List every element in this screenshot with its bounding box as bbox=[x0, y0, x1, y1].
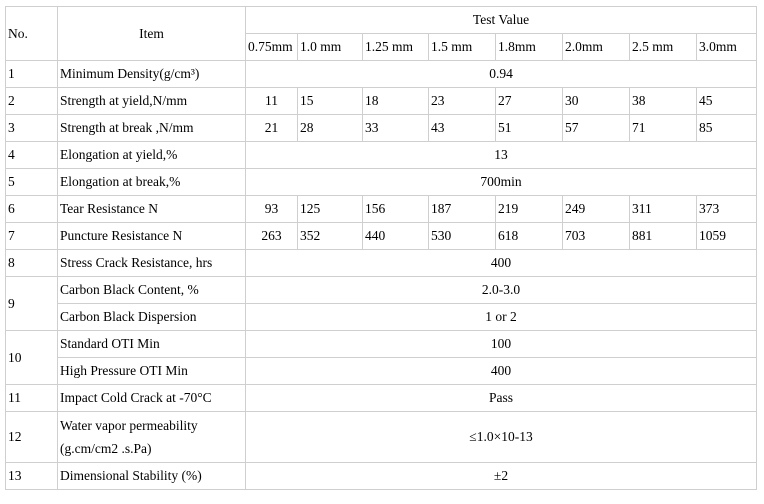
test-value-cell: 187 bbox=[428, 195, 496, 223]
test-value-cell: 125 bbox=[297, 195, 363, 223]
test-value-cell: 11 bbox=[245, 87, 298, 115]
item-name: Impact Cold Crack at -70°C bbox=[57, 384, 246, 412]
table-row: 7 Puncture Resistance N 263 352 440 530 618 703… bbox=[5, 222, 757, 250]
test-value-cell: 38 bbox=[629, 87, 697, 115]
test-value-cell: 373 bbox=[696, 195, 757, 223]
table-row: 11 Impact Cold Crack at -70°C Pass bbox=[5, 384, 757, 412]
test-value-cell: 57 bbox=[562, 114, 630, 142]
test-value-cell: 703 bbox=[562, 222, 630, 250]
test-value-cell: 440 bbox=[362, 222, 429, 250]
table-row: 2 Strength at yield,N/mm 11 15 18 23 27 30 38 45 bbox=[5, 87, 757, 115]
test-value-cell: 33 bbox=[362, 114, 429, 142]
table-row: 10 Standard OTI Min 100 bbox=[5, 330, 757, 385]
item-name: Stress Crack Resistance, hrs bbox=[57, 249, 246, 277]
item-name: Carbon Black Content, % bbox=[57, 276, 246, 304]
test-value-cell: 23 bbox=[428, 87, 496, 115]
test-value-cell: 43 bbox=[428, 114, 496, 142]
item-name: Elongation at yield,% bbox=[57, 141, 246, 169]
row-number: 3 bbox=[5, 114, 58, 142]
specification-table: No. Item Test Value 0.75mm 1.0 mm 1.25 mm 1… bbox=[5, 6, 757, 490]
test-value-cell: 2.0-3.0 bbox=[245, 276, 757, 304]
table-row: 13 Dimensional Stability (%) ±2 bbox=[5, 462, 757, 490]
test-value-cell: 0.94 bbox=[245, 60, 757, 88]
header-test-value: Test Value bbox=[245, 6, 757, 34]
row-number: 4 bbox=[5, 141, 58, 169]
test-value-cell: 21 bbox=[245, 114, 298, 142]
item-name: Elongation at break,% bbox=[57, 168, 246, 196]
header-item: Item bbox=[57, 6, 246, 61]
item-name: Carbon Black Dispersion bbox=[57, 303, 246, 331]
item-name: Minimum Density(g/cm³) bbox=[57, 60, 246, 88]
test-value-cell: 93 bbox=[245, 195, 298, 223]
test-value-cell: 51 bbox=[495, 114, 563, 142]
item-name: Strength at break ,N/mm bbox=[57, 114, 246, 142]
test-value-cell: 400 bbox=[245, 357, 757, 385]
test-value-cell: 219 bbox=[495, 195, 563, 223]
item-name: Dimensional Stability (%) bbox=[57, 462, 246, 490]
table-row: 4 Elongation at yield,% 13 bbox=[5, 141, 757, 169]
test-value-cell: 71 bbox=[629, 114, 697, 142]
header-thickness: 1.25 mm bbox=[362, 33, 429, 61]
test-value-cell: 263 bbox=[245, 222, 298, 250]
test-value-cell: 700min bbox=[245, 168, 757, 196]
test-value-cell: 30 bbox=[562, 87, 630, 115]
test-value-cell: 400 bbox=[245, 249, 757, 277]
row-number: 10 bbox=[5, 330, 58, 385]
test-value-cell: 28 bbox=[297, 114, 363, 142]
row-number: 11 bbox=[5, 384, 58, 412]
test-value-cell: 1 or 2 bbox=[245, 303, 757, 331]
test-value-cell: 27 bbox=[495, 87, 563, 115]
header-thickness: 2.0mm bbox=[562, 33, 630, 61]
test-value-cell: ≤1.0×10-13 bbox=[245, 411, 757, 463]
table-row: 5 Elongation at break,% 700min bbox=[5, 168, 757, 196]
item-name: Water vapor permeability (g.cm/cm2 .s.Pa… bbox=[57, 411, 246, 463]
row-number: 5 bbox=[5, 168, 58, 196]
header-thickness: 2.5 mm bbox=[629, 33, 697, 61]
header-row: No. Item Test Value bbox=[5, 6, 757, 61]
test-value-cell: Pass bbox=[245, 384, 757, 412]
test-value-cell: 15 bbox=[297, 87, 363, 115]
row-number: 13 bbox=[5, 462, 58, 490]
table-row: High Pressure OTI Min 400 bbox=[6, 357, 757, 385]
item-name: High Pressure OTI Min bbox=[57, 357, 246, 385]
header-thickness: 3.0mm bbox=[696, 33, 757, 61]
table-row: 8 Stress Crack Resistance, hrs 400 bbox=[5, 249, 757, 277]
test-value-cell: 881 bbox=[629, 222, 697, 250]
test-value-cell: 311 bbox=[629, 195, 697, 223]
test-value-cell: 1059 bbox=[696, 222, 757, 250]
row-number: 9 bbox=[5, 276, 58, 331]
item-name: Puncture Resistance N bbox=[57, 222, 246, 250]
row-number: 2 bbox=[5, 87, 58, 115]
test-value-cell: 618 bbox=[495, 222, 563, 250]
header-thickness: 1.0 mm bbox=[297, 33, 363, 61]
test-value-cell: 85 bbox=[696, 114, 757, 142]
row-number: 1 bbox=[5, 60, 58, 88]
table-row: 1 Minimum Density(g/cm³) 0.94 bbox=[5, 60, 757, 88]
test-value-cell: 100 bbox=[245, 330, 757, 358]
item-name: Tear Resistance N bbox=[57, 195, 246, 223]
table-row: 9 Carbon Black Content, % 2.0-3.0 bbox=[5, 276, 757, 331]
test-value-cell: 45 bbox=[696, 87, 757, 115]
row-number: 8 bbox=[5, 249, 58, 277]
test-value-cell: 156 bbox=[362, 195, 429, 223]
header-thickness: 1.5 mm bbox=[428, 33, 496, 61]
item-name: Standard OTI Min bbox=[57, 330, 246, 358]
table-row: Carbon Black Dispersion 1 or 2 bbox=[6, 303, 757, 331]
table-row: 12 Water vapor permeability (g.cm/cm2 .s.… bbox=[5, 411, 757, 463]
header-thickness: 1.8mm bbox=[495, 33, 563, 61]
test-value-cell: ±2 bbox=[245, 462, 757, 490]
test-value-cell: 18 bbox=[362, 87, 429, 115]
item-name: Strength at yield,N/mm bbox=[57, 87, 246, 115]
test-value-cell: 249 bbox=[562, 195, 630, 223]
row-number: 6 bbox=[5, 195, 58, 223]
test-value-cell: 530 bbox=[428, 222, 496, 250]
header-no: No. bbox=[5, 6, 58, 61]
table-row: 6 Tear Resistance N 93 125 156 187 219 249 311 37… bbox=[5, 195, 757, 223]
row-number: 12 bbox=[5, 411, 58, 463]
test-value-cell: 13 bbox=[245, 141, 757, 169]
test-value-cell: 352 bbox=[297, 222, 363, 250]
table-row: 3 Strength at break ,N/mm 21 28 33 43 51 57 71 85 bbox=[5, 114, 757, 142]
header-thickness: 0.75mm bbox=[245, 33, 298, 61]
row-number: 7 bbox=[5, 222, 58, 250]
